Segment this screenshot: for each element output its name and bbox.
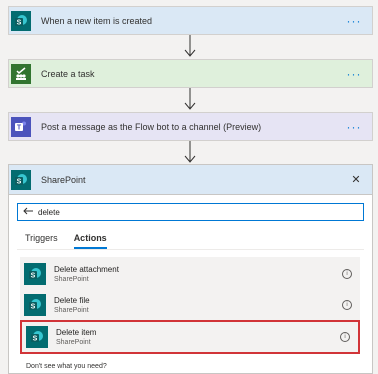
- action-name: Delete item: [56, 328, 97, 337]
- step-card-trigger[interactable]: S When a new item is created ···: [8, 6, 373, 35]
- svg-text:S: S: [31, 273, 36, 280]
- step-card-post-message[interactable]: T Post a message as the Flow bot to a ch…: [8, 112, 373, 141]
- sharepoint-icon: S: [24, 263, 46, 285]
- step-card-create-task[interactable]: Create a task ···: [8, 59, 373, 88]
- svg-text:T: T: [17, 124, 22, 131]
- step-title: When a new item is created: [41, 15, 153, 26]
- search-box: [17, 203, 364, 221]
- step-title: Post a message as the Flow bot to a chan…: [41, 121, 262, 132]
- sharepoint-icon: S: [11, 10, 31, 31]
- action-connector: SharePoint: [54, 276, 89, 283]
- planner-icon: [11, 63, 31, 84]
- action-connector: SharePoint: [56, 339, 91, 346]
- svg-text:S: S: [17, 19, 22, 26]
- sharepoint-icon: S: [26, 326, 48, 348]
- help-text: Don't see what you need?: [26, 363, 107, 370]
- tab-triggers[interactable]: Triggers: [25, 233, 58, 249]
- svg-text:S: S: [33, 336, 38, 343]
- arrow-connector: [184, 35, 196, 57]
- info-icon[interactable]: i: [342, 300, 352, 310]
- close-icon[interactable]: ✕: [346, 173, 366, 186]
- info-icon[interactable]: i: [342, 269, 352, 279]
- panel-header: S SharePoint ✕: [9, 165, 372, 195]
- search-input[interactable]: [36, 207, 340, 217]
- svg-text:S: S: [17, 178, 22, 185]
- tab-actions[interactable]: Actions: [73, 233, 107, 249]
- action-item-delete-attachment[interactable]: S Delete attachment SharePoint i: [20, 257, 360, 291]
- arrow-connector: [184, 141, 196, 163]
- tabs-divider: [17, 249, 364, 250]
- tab-bar: Triggers Actions: [25, 233, 107, 249]
- more-options-button[interactable]: ···: [344, 67, 364, 81]
- sharepoint-icon: S: [24, 294, 46, 316]
- action-picker-panel: S SharePoint ✕ Triggers Actions S Delete…: [8, 164, 373, 374]
- panel-title: SharePoint: [41, 174, 86, 185]
- arrow-connector: [184, 88, 196, 110]
- back-arrow-icon[interactable]: [20, 207, 36, 218]
- action-item-delete-item[interactable]: S Delete item SharePoint i: [20, 320, 360, 354]
- action-connector: SharePoint: [54, 307, 89, 314]
- sharepoint-icon: S: [11, 169, 31, 190]
- action-name: Delete attachment: [54, 265, 119, 274]
- action-name: Delete file: [54, 296, 90, 305]
- info-icon[interactable]: i: [340, 332, 350, 342]
- more-options-button[interactable]: ···: [344, 14, 364, 28]
- action-item-delete-file[interactable]: S Delete file SharePoint i: [20, 288, 360, 322]
- more-options-button[interactable]: ···: [344, 120, 364, 134]
- teams-icon: T: [11, 116, 31, 137]
- step-title: Create a task: [41, 68, 95, 79]
- svg-text:S: S: [31, 304, 36, 311]
